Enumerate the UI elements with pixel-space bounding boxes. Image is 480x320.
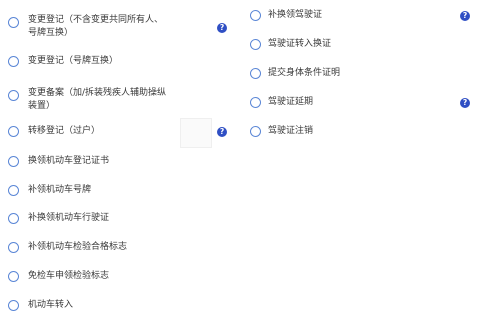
radio-button[interactable] (250, 68, 261, 79)
option-label: 补领机动车号牌 (28, 185, 92, 195)
help-icon[interactable]: ? (217, 127, 227, 137)
option-replace-registration-certificate[interactable]: 换领机动车登记证书 (0, 152, 238, 172)
radio-button[interactable] (250, 10, 261, 21)
option-vehicle-transfer-in[interactable]: 机动车转入 (0, 296, 238, 316)
radio-button[interactable] (8, 17, 19, 28)
option-label: 补换领驾驶证 (268, 10, 323, 20)
option-license-extension[interactable]: 驾驶证延期 ? (240, 93, 480, 113)
option-label: 变更登记（号牌互换） (28, 56, 119, 66)
option-label: 提交身体条件证明 (268, 68, 341, 78)
radio-button[interactable] (8, 185, 19, 196)
option-transfer-registration[interactable]: 转移登记（过户） ? (0, 122, 238, 142)
help-icon[interactable]: ? (217, 23, 227, 33)
option-reissue-inspection-mark[interactable]: 补领机动车检验合格标志 (0, 238, 238, 258)
help-icon[interactable]: ? (460, 11, 470, 21)
option-label: 机动车转入 (28, 300, 74, 310)
option-license-cancellation[interactable]: 驾驶证注销 (240, 122, 480, 142)
radio-button[interactable] (8, 126, 19, 137)
option-label: 变更登记（不含变更共同所有人、 号牌互换） (28, 15, 164, 38)
option-label: 驾驶证注销 (268, 126, 314, 136)
radio-button[interactable] (8, 156, 19, 167)
radio-button[interactable] (8, 90, 19, 101)
radio-button[interactable] (250, 126, 261, 137)
option-label: 驾驶证延期 (268, 97, 314, 107)
radio-button[interactable] (8, 56, 19, 67)
option-label: 转移登记（过户） (28, 126, 101, 136)
option-exempt-inspection-mark[interactable]: 免检车申领检验标志 (0, 267, 238, 287)
radio-button[interactable] (8, 213, 19, 224)
option-label: 驾驶证转入换证 (268, 39, 332, 49)
radio-button[interactable] (250, 39, 261, 50)
option-reissue-plate[interactable]: 补领机动车号牌 (0, 181, 238, 201)
option-reissue-driver-license[interactable]: 补换领驾驶证 ? (240, 6, 480, 26)
radio-button[interactable] (250, 97, 261, 108)
option-disability-device-filing[interactable]: 变更备案（加/拆装残疾人辅助操纵 装置） (0, 85, 238, 119)
option-plate-swap[interactable]: 变更登记（号牌互换） (0, 52, 238, 72)
option-submit-health-certificate[interactable]: 提交身体条件证明 (240, 64, 480, 84)
radio-button[interactable] (8, 271, 19, 282)
option-reissue-driving-license[interactable]: 补换领机动车行驶证 (0, 209, 238, 229)
help-icon[interactable]: ? (460, 98, 470, 108)
option-change-registration[interactable]: 变更登记（不含变更共同所有人、 号牌互换） ? (0, 8, 238, 44)
option-label: 补换领机动车行驶证 (28, 213, 110, 223)
option-license-transfer-in[interactable]: 驾驶证转入换证 (240, 35, 480, 55)
option-label: 补领机动车检验合格标志 (28, 242, 128, 252)
radio-button[interactable] (8, 300, 19, 311)
radio-button[interactable] (8, 242, 19, 253)
option-label: 免检车申领检验标志 (28, 271, 110, 281)
option-label: 换领机动车登记证书 (28, 156, 110, 166)
option-label: 变更备案（加/拆装残疾人辅助操纵 装置） (28, 88, 167, 111)
